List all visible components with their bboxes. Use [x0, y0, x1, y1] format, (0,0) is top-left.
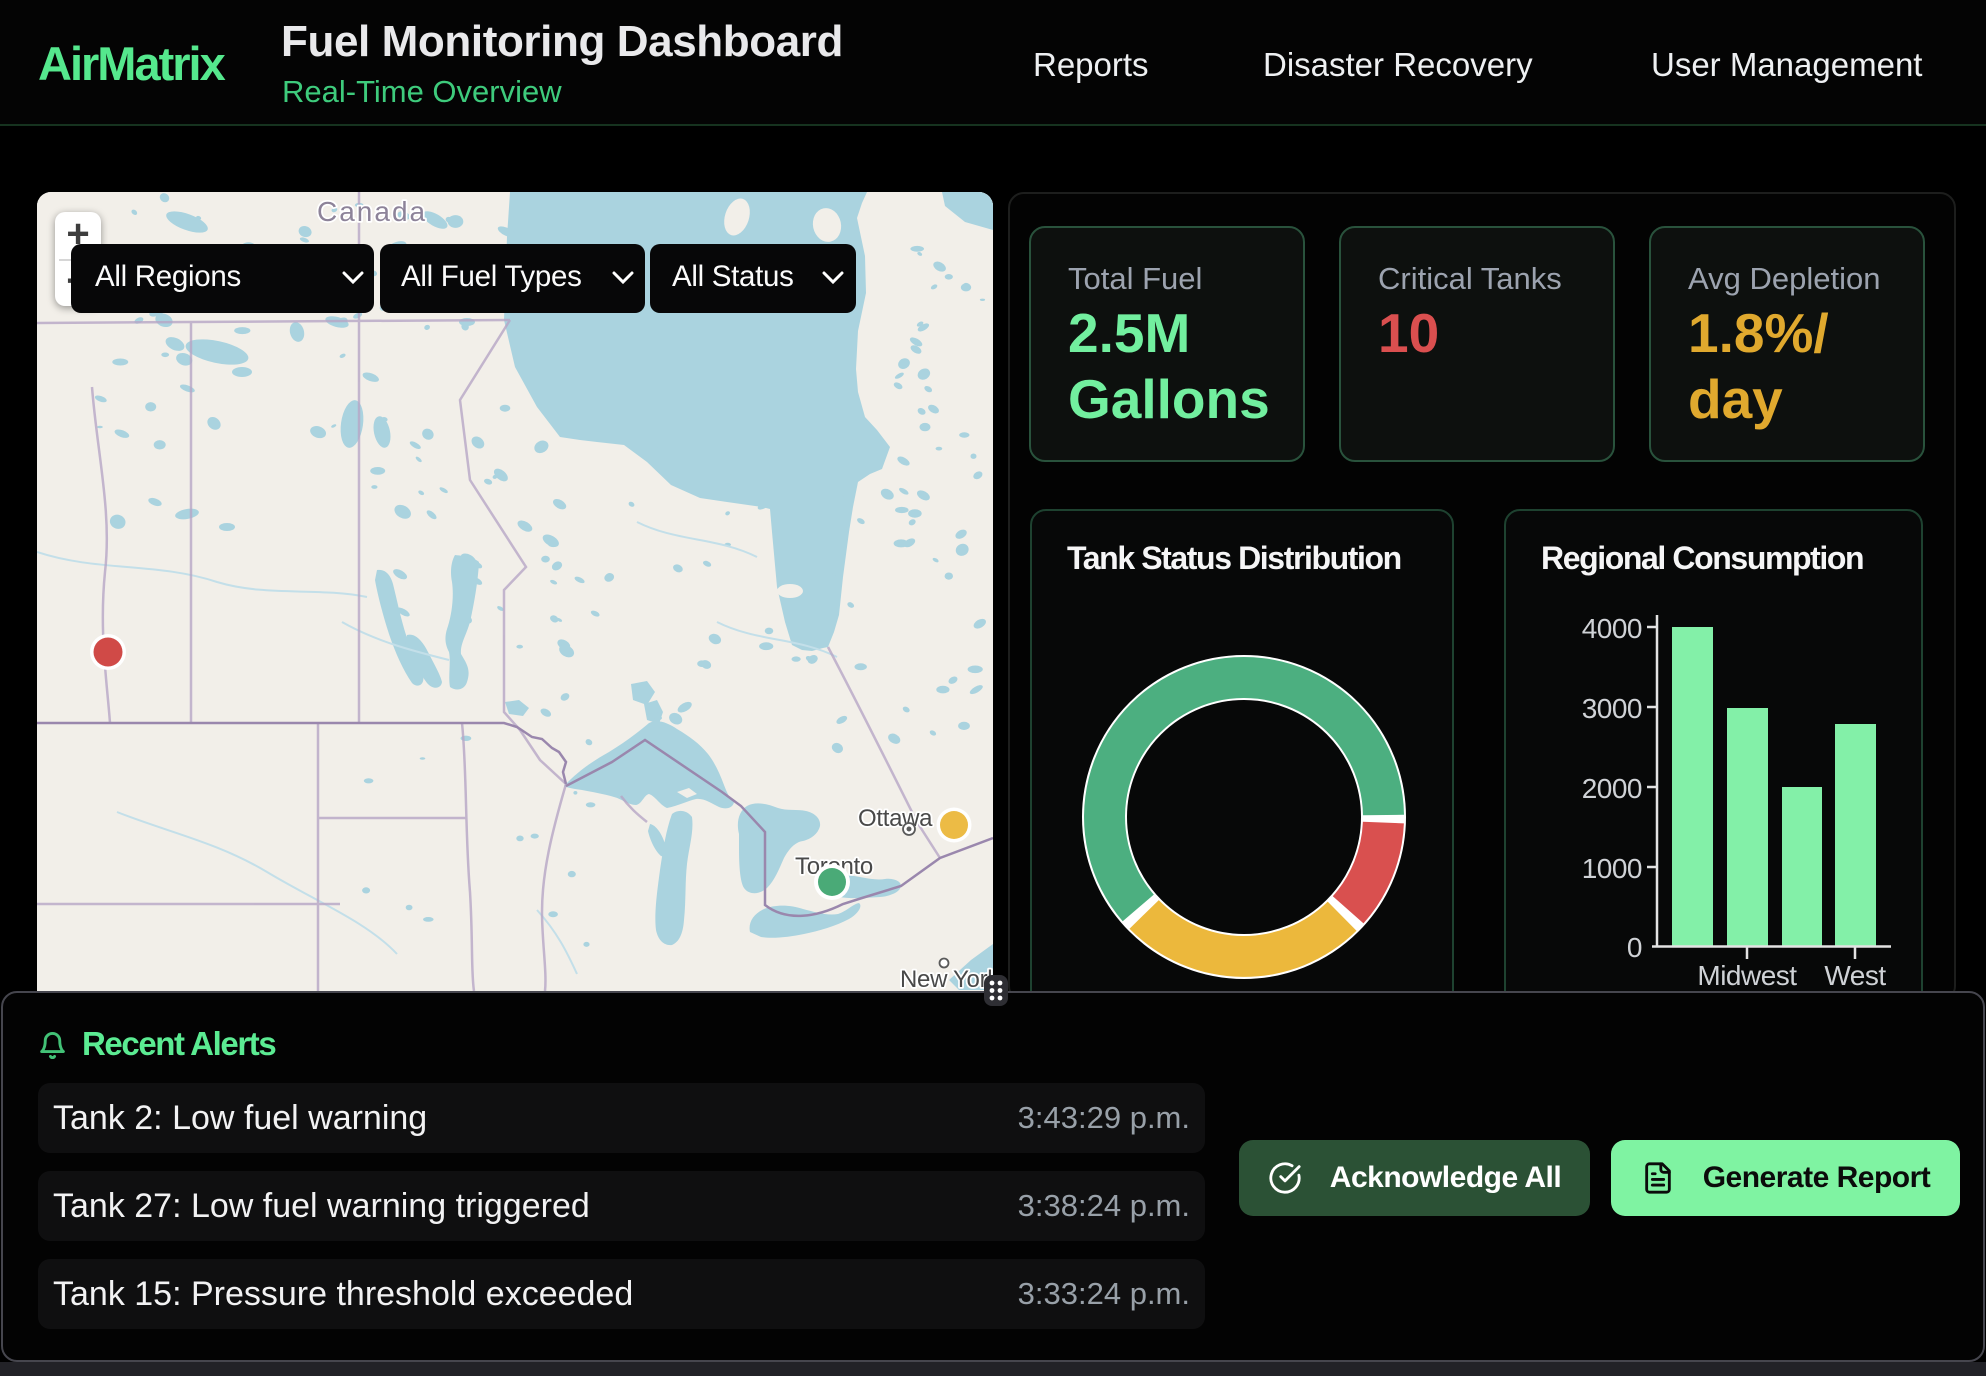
svg-text:2000: 2000: [1582, 773, 1642, 804]
svg-text:New York: New York: [900, 966, 993, 991]
svg-text:3000: 3000: [1582, 693, 1642, 724]
svg-text:Canada: Canada: [317, 196, 427, 227]
svg-text:Midwest: Midwest: [1697, 960, 1797, 991]
svg-text:Ottawa: Ottawa: [858, 805, 933, 832]
svg-text:4000: 4000: [1582, 613, 1642, 644]
svg-text:0: 0: [1627, 932, 1642, 963]
svg-text:West: West: [1824, 960, 1886, 991]
svg-text:1000: 1000: [1582, 853, 1642, 884]
